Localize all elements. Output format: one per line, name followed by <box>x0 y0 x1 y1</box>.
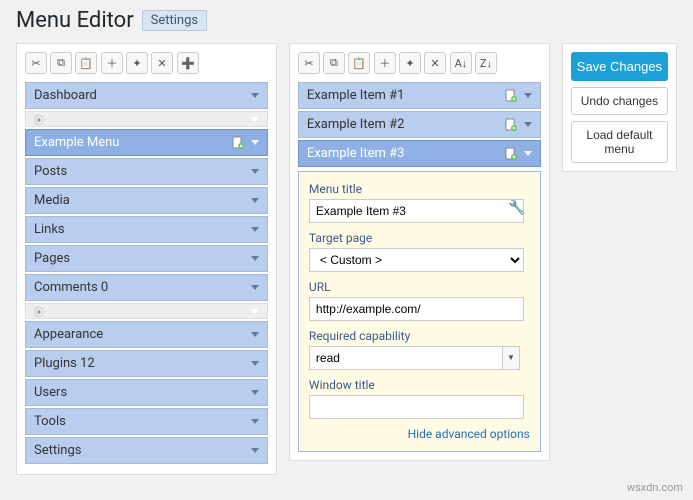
paste-button[interactable]: 📋 <box>348 52 370 74</box>
left-toolbar: ✂ ⧉ 📋 ＋ ✦ ✕ ➕ <box>25 52 268 74</box>
delete-button[interactable]: ✕ <box>151 52 173 74</box>
menu-item[interactable]: Dashboard <box>25 82 268 109</box>
hide-advanced-link[interactable]: Hide advanced options <box>309 427 530 441</box>
menu-item-label: Dashboard <box>34 88 251 103</box>
new-page-icon[interactable] <box>504 118 518 132</box>
chevron-down-icon[interactable] <box>524 93 532 98</box>
submenu-item-label: Example Item #1 <box>307 88 504 103</box>
add-button[interactable]: ➕ <box>177 52 199 74</box>
menu-item-label: Comments 0 <box>34 280 251 295</box>
menu-item-label: Plugins 12 <box>34 356 251 371</box>
submenu-item-label: Example Item #2 <box>307 117 504 132</box>
menu-item-label: Appearance <box>34 327 251 342</box>
chevron-down-icon[interactable] <box>524 151 532 156</box>
target-page-label: Target page <box>309 231 530 245</box>
target-page-select[interactable]: < Custom > <box>309 248 524 272</box>
menu-item[interactable]: Users <box>25 379 268 406</box>
chevron-down-icon[interactable] <box>251 227 259 232</box>
window-title-label: Window title <box>309 378 530 392</box>
menu-item-label: Links <box>34 222 251 237</box>
new-item-button[interactable]: ＋ <box>374 52 396 74</box>
cut-button[interactable]: ✂ <box>25 52 47 74</box>
menu-item[interactable]: Example Menu <box>25 129 268 156</box>
cut-button[interactable]: ✂ <box>298 52 320 74</box>
chevron-down-icon <box>251 309 259 314</box>
chevron-down-icon[interactable] <box>251 419 259 424</box>
submenu-item[interactable]: Example Item #1 <box>298 82 541 109</box>
drag-handle-icon: ⦿ <box>34 304 44 319</box>
chevron-down-icon[interactable] <box>251 332 259 337</box>
submenu-item-label: Example Item #3 <box>307 146 504 161</box>
chevron-down-icon[interactable] <box>524 122 532 127</box>
url-input[interactable] <box>309 297 524 321</box>
undo-changes-button[interactable]: Undo changes <box>571 87 668 115</box>
menu-item-label: Example Menu <box>34 135 231 150</box>
save-changes-button[interactable]: Save Changes <box>571 52 668 81</box>
chevron-down-icon[interactable] <box>251 198 259 203</box>
menu-separator[interactable]: ⦿ <box>25 111 268 127</box>
submenu-item[interactable]: Example Item #2 <box>298 111 541 138</box>
right-panel: ✂ ⧉ 📋 ＋ ✦ ✕ A↓ Z↓ Example Item #1Example… <box>289 43 550 461</box>
menu-title-label: Menu title <box>309 182 530 196</box>
right-toolbar: ✂ ⧉ 📋 ＋ ✦ ✕ A↓ Z↓ <box>298 52 541 74</box>
menu-item[interactable]: Plugins 12 <box>25 350 268 377</box>
capability-input[interactable] <box>309 346 505 370</box>
reset-icon[interactable]: 🔧 <box>508 200 525 216</box>
main-layout: ✂ ⧉ 📋 ＋ ✦ ✕ ➕ Dashboard ⦿ Example Menu Post… <box>16 43 677 475</box>
menu-item[interactable]: Media <box>25 187 268 214</box>
menu-item[interactable]: Pages <box>25 245 268 272</box>
menu-separator[interactable]: ⦿ <box>25 303 268 319</box>
new-page-icon[interactable] <box>231 136 245 150</box>
delete-button[interactable]: ✕ <box>424 52 446 74</box>
chevron-down-icon[interactable] <box>251 285 259 290</box>
menu-item-label: Media <box>34 193 251 208</box>
chevron-down-icon[interactable] <box>251 93 259 98</box>
chevron-down-icon[interactable] <box>251 169 259 174</box>
chevron-down-icon[interactable] <box>251 448 259 453</box>
sort-az-button[interactable]: A↓ <box>450 52 472 74</box>
menu-item[interactable]: Appearance <box>25 321 268 348</box>
menu-item[interactable]: Links <box>25 216 268 243</box>
chevron-down-icon[interactable] <box>251 140 259 145</box>
menu-item-label: Tools <box>34 414 251 429</box>
right-menu-list: Example Item #1 Example Item #2 Example It… <box>298 82 541 167</box>
copy-button[interactable]: ⧉ <box>323 52 345 74</box>
drag-handle-icon: ⦿ <box>34 112 44 127</box>
page-header: Menu Editor Settings <box>16 8 677 33</box>
capability-dropdown-button[interactable]: ▼ <box>502 346 520 370</box>
settings-tab[interactable]: Settings <box>142 10 207 31</box>
menu-item-label: Pages <box>34 251 251 266</box>
menu-item-label: Settings <box>34 443 251 458</box>
sort-za-button[interactable]: Z↓ <box>475 52 497 74</box>
copy-button[interactable]: ⧉ <box>50 52 72 74</box>
menu-item[interactable]: Comments 0 <box>25 274 268 301</box>
menu-item[interactable]: Tools <box>25 408 268 435</box>
submenu-item[interactable]: Example Item #3 <box>298 140 541 167</box>
capability-label: Required capability <box>309 329 530 343</box>
chevron-down-icon[interactable] <box>251 256 259 261</box>
new-page-icon[interactable] <box>504 147 518 161</box>
left-panel: ✂ ⧉ 📋 ＋ ✦ ✕ ➕ Dashboard ⦿ Example Menu Post… <box>16 43 277 475</box>
new-separator-button[interactable]: ✦ <box>126 52 148 74</box>
watermark: wsxdn.com <box>627 481 683 494</box>
window-title-input[interactable] <box>309 395 524 419</box>
save-panel: Save Changes Undo changes Load default m… <box>562 43 677 172</box>
chevron-down-icon <box>251 117 259 122</box>
menu-item-label: Users <box>34 385 251 400</box>
menu-item-label: Posts <box>34 164 251 179</box>
chevron-down-icon[interactable] <box>251 361 259 366</box>
paste-button[interactable]: 📋 <box>75 52 97 74</box>
menu-item[interactable]: Settings <box>25 437 268 464</box>
page-title: Menu Editor <box>16 8 134 33</box>
load-default-button[interactable]: Load default menu <box>571 121 668 163</box>
menu-item[interactable]: Posts <box>25 158 268 185</box>
new-separator-button[interactable]: ✦ <box>399 52 421 74</box>
item-editor: Menu title 🔧 Target page < Custom > URL … <box>298 171 541 452</box>
new-page-icon[interactable] <box>504 89 518 103</box>
new-item-button[interactable]: ＋ <box>101 52 123 74</box>
chevron-down-icon[interactable] <box>251 390 259 395</box>
left-menu-list: Dashboard ⦿ Example Menu Posts Media Links Pag… <box>25 82 268 464</box>
menu-title-input[interactable] <box>309 199 524 223</box>
url-label: URL <box>309 280 530 294</box>
